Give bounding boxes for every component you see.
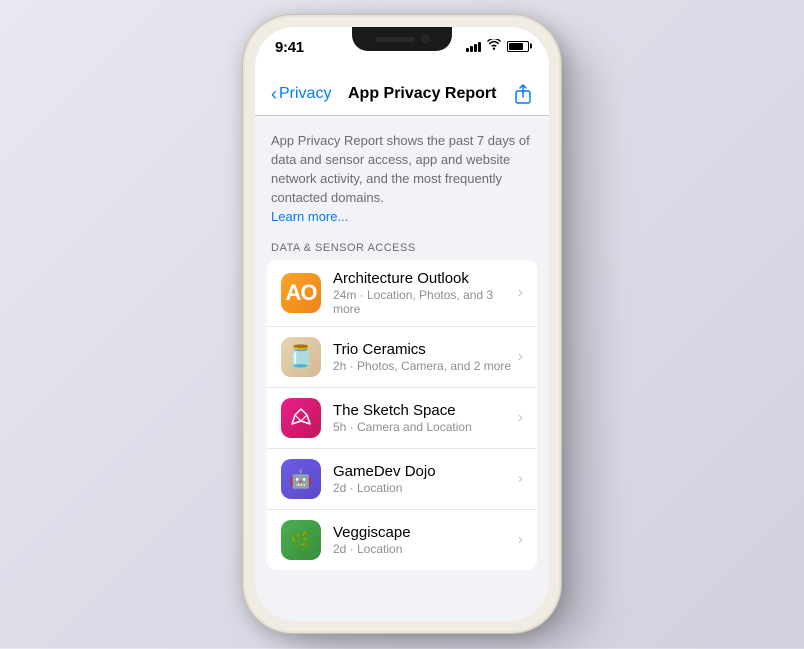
list-item[interactable]: The Sketch Space 5h · Camera and Locatio… bbox=[267, 388, 537, 449]
chevron-right-icon: › bbox=[518, 284, 523, 302]
battery-icon bbox=[507, 41, 529, 52]
app-detail: 2d · Location bbox=[333, 542, 514, 556]
status-time: 9:41 bbox=[275, 39, 304, 56]
status-icons bbox=[466, 39, 529, 53]
status-bar: 9:41 bbox=[255, 27, 549, 75]
app-icon-text: 🫙 bbox=[281, 337, 321, 377]
description-block: App Privacy Report shows the past 7 days… bbox=[255, 116, 549, 236]
signal-bar-2 bbox=[470, 46, 473, 52]
list-item[interactable]: 🫙 Trio Ceramics 2h · Photos, Camera, and… bbox=[267, 327, 537, 388]
chevron-right-icon: › bbox=[518, 348, 523, 366]
share-button[interactable] bbox=[513, 83, 533, 105]
app-name: Veggiscape bbox=[333, 524, 514, 541]
app-name: The Sketch Space bbox=[333, 402, 514, 419]
app-info-sketch-space: The Sketch Space 5h · Camera and Locatio… bbox=[333, 402, 514, 434]
navigation-bar: ‹ Privacy App Privacy Report bbox=[255, 75, 549, 116]
app-list: AO Architecture Outlook 24m · Location, … bbox=[267, 260, 537, 570]
signal-bar-1 bbox=[466, 48, 469, 52]
app-info-trio-ceramics: Trio Ceramics 2h · Photos, Camera, and 2… bbox=[333, 341, 514, 373]
phone-frame: 9:41 bbox=[242, 14, 562, 634]
signal-bar-4 bbox=[478, 42, 481, 52]
signal-bars-icon bbox=[466, 41, 481, 52]
app-info-architecture-outlook: Architecture Outlook 24m · Location, Pho… bbox=[333, 270, 514, 316]
wifi-icon bbox=[487, 39, 501, 53]
app-detail: 5h · Camera and Location bbox=[333, 420, 514, 434]
app-detail: 2h · Photos, Camera, and 2 more bbox=[333, 359, 514, 373]
app-info-gamedev-dojo: GameDev Dojo 2d · Location bbox=[333, 463, 514, 495]
list-item[interactable]: 🌿 Veggiscape 2d · Location › bbox=[267, 510, 537, 570]
page-title: App Privacy Report bbox=[339, 85, 505, 103]
description-text: App Privacy Report shows the past 7 days… bbox=[271, 132, 533, 207]
back-label: Privacy bbox=[279, 85, 331, 103]
battery-fill bbox=[509, 43, 523, 50]
notch-speaker bbox=[375, 37, 415, 42]
app-name: Architecture Outlook bbox=[333, 270, 514, 287]
app-icon-text: AO bbox=[286, 280, 317, 306]
app-info-veggiscape: Veggiscape 2d · Location bbox=[333, 524, 514, 556]
notch bbox=[352, 27, 452, 51]
app-detail: 2d · Location bbox=[333, 481, 514, 495]
list-item[interactable]: AO Architecture Outlook 24m · Location, … bbox=[267, 260, 537, 327]
chevron-right-icon: › bbox=[518, 470, 523, 488]
signal-bar-3 bbox=[474, 44, 477, 52]
app-icon-architecture-outlook: AO bbox=[281, 273, 321, 313]
phone-wrapper: 9:41 bbox=[242, 14, 562, 634]
chevron-right-icon: › bbox=[518, 409, 523, 427]
back-button[interactable]: ‹ Privacy bbox=[271, 85, 331, 103]
app-icon-text: 🌿 bbox=[290, 530, 312, 551]
chevron-right-icon: › bbox=[518, 531, 523, 549]
app-icon-text: 🤖 bbox=[290, 469, 312, 490]
notch-camera bbox=[421, 35, 429, 43]
list-item[interactable]: 🤖 GameDev Dojo 2d · Location › bbox=[267, 449, 537, 510]
app-icon-trio-ceramics: 🫙 bbox=[281, 337, 321, 377]
sketch-icon-svg bbox=[289, 406, 313, 430]
app-icon-veggiscape: 🌿 bbox=[281, 520, 321, 560]
app-name: Trio Ceramics bbox=[333, 341, 514, 358]
learn-more-link[interactable]: Learn more... bbox=[271, 209, 533, 224]
main-content: App Privacy Report shows the past 7 days… bbox=[255, 116, 549, 608]
chevron-left-icon: ‹ bbox=[271, 85, 277, 103]
section-header: DATA & SENSOR ACCESS bbox=[255, 236, 549, 260]
app-name: GameDev Dojo bbox=[333, 463, 514, 480]
app-detail: 24m · Location, Photos, and 3 more bbox=[333, 288, 514, 316]
phone-screen: 9:41 bbox=[255, 27, 549, 621]
app-icon-sketch-space bbox=[281, 398, 321, 438]
app-icon-gamedev-dojo: 🤖 bbox=[281, 459, 321, 499]
